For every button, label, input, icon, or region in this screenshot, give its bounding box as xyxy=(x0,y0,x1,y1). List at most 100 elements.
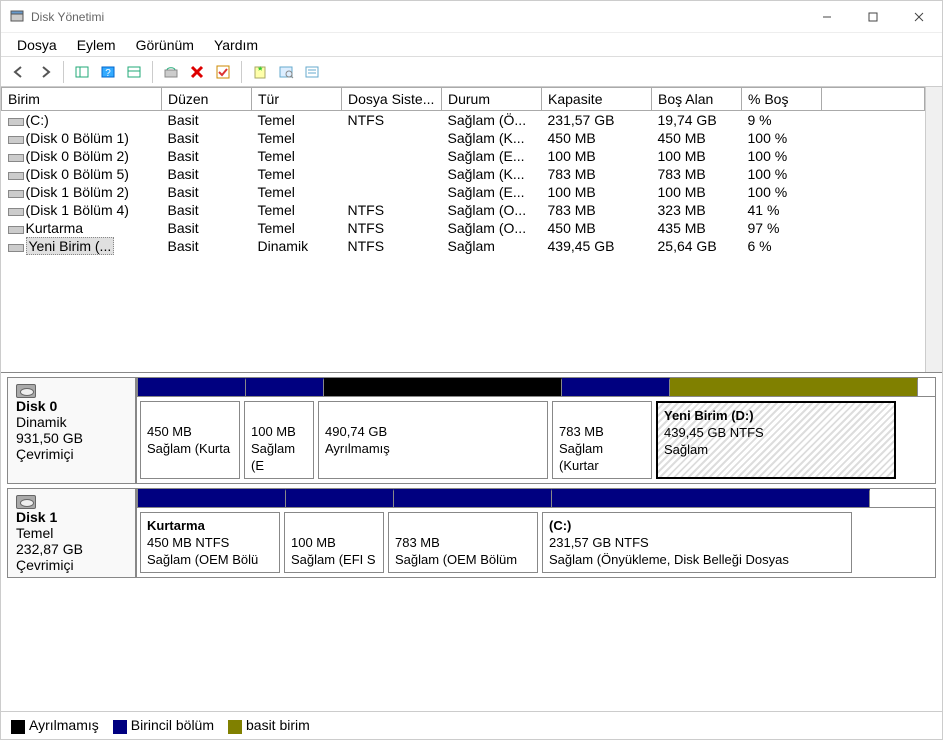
col-fs[interactable]: Dosya Siste... xyxy=(342,88,442,111)
partition[interactable]: 100 MBSağlam (E xyxy=(244,401,314,479)
cell-pfree: 9 % xyxy=(742,111,822,130)
partition-title: (C:) xyxy=(549,518,571,533)
col-layout[interactable]: Düzen xyxy=(162,88,252,111)
cell-free: 25,64 GB xyxy=(652,237,742,255)
cell-type: Temel xyxy=(252,129,342,147)
cell-fs xyxy=(342,147,442,165)
cell-fs: NTFS xyxy=(342,237,442,255)
new-button[interactable] xyxy=(248,60,272,84)
menu-action[interactable]: Eylem xyxy=(67,35,126,55)
nav-back-button[interactable] xyxy=(7,60,31,84)
list-button[interactable] xyxy=(300,60,324,84)
volume-icon xyxy=(8,242,22,252)
partition-size: 231,57 GB NTFS xyxy=(549,535,649,550)
menu-help[interactable]: Yardım xyxy=(204,35,268,55)
refresh-button[interactable] xyxy=(159,60,183,84)
maximize-button[interactable] xyxy=(850,1,896,32)
menu-bar: Dosya Eylem Görünüm Yardım xyxy=(1,33,942,57)
svg-text:?: ? xyxy=(105,68,111,79)
partition-status: Sağlam (EFI S xyxy=(291,552,376,567)
legend-unallocated: Ayrılmamış xyxy=(29,717,99,733)
menu-view[interactable]: Görünüm xyxy=(126,35,204,55)
cell-pfree: 100 % xyxy=(742,165,822,183)
table-row[interactable]: Yeni Birim (...BasitDinamikNTFSSağlam439… xyxy=(2,237,925,255)
cell-fs xyxy=(342,183,442,201)
show-hide-tree-button[interactable] xyxy=(70,60,94,84)
cell-type: Dinamik xyxy=(252,237,342,255)
partition[interactable]: 450 MBSağlam (Kurta xyxy=(140,401,240,479)
cell-status: Sağlam (E... xyxy=(442,147,542,165)
properties-button[interactable] xyxy=(274,60,298,84)
col-free[interactable]: Boş Alan xyxy=(652,88,742,111)
partition[interactable]: (C:) 231,57 GB NTFS Sağlam (Önyükleme, Dis… xyxy=(542,512,852,573)
partition-status: Sağlam (Önyükleme, Disk Belleği Dosyas xyxy=(549,552,789,567)
cell-layout: Basit xyxy=(162,165,252,183)
cell-status: Sağlam (E... xyxy=(442,183,542,201)
col-capacity[interactable]: Kapasite xyxy=(542,88,652,111)
partition[interactable]: 783 MB Sağlam (Kurtar xyxy=(552,401,652,479)
check-button[interactable] xyxy=(211,60,235,84)
cell-free: 450 MB xyxy=(652,129,742,147)
partition[interactable]: 783 MBSağlam (OEM Bölüm xyxy=(388,512,538,573)
partition-size: 100 MB xyxy=(251,424,296,439)
cell-capacity: 100 MB xyxy=(542,147,652,165)
partition-size: 450 MB NTFS xyxy=(147,535,229,550)
cell-type: Temel xyxy=(252,219,342,237)
cell-pfree: 100 % xyxy=(742,129,822,147)
partition[interactable]: Yeni Birim (D:)439,45 GB NTFSSağlam xyxy=(656,401,896,479)
table-row[interactable]: (Disk 1 Bölüm 4)BasitTemelNTFSSağlam (O.… xyxy=(2,201,925,219)
cell-pfree: 41 % xyxy=(742,201,822,219)
table-row[interactable]: (Disk 0 Bölüm 2)BasitTemelSağlam (E...10… xyxy=(2,147,925,165)
col-status[interactable]: Durum xyxy=(442,88,542,111)
partition[interactable]: 100 MBSağlam (EFI S xyxy=(284,512,384,573)
table-row[interactable]: (Disk 0 Bölüm 1)BasitTemelSağlam (K...45… xyxy=(2,129,925,147)
legend-swatch-unallocated xyxy=(11,720,25,734)
disk-name: Disk 1 xyxy=(16,509,127,525)
cell-layout: Basit xyxy=(162,201,252,219)
col-volume[interactable]: Birim xyxy=(2,88,162,111)
cell-status: Sağlam (Ö... xyxy=(442,111,542,130)
table-row[interactable]: (Disk 0 Bölüm 5)BasitTemelSağlam (K...78… xyxy=(2,165,925,183)
volume-name: Yeni Birim (... xyxy=(26,237,115,255)
minimize-button[interactable] xyxy=(804,1,850,32)
disk-row[interactable]: Disk 0 Dinamik 931,50 GB Çevrimiçi 450 M… xyxy=(7,377,936,484)
partition[interactable]: Kurtarma450 MB NTFSSağlam (OEM Bölü xyxy=(140,512,280,573)
volume-name: (C:) xyxy=(26,112,49,128)
help-button[interactable]: ? xyxy=(96,60,120,84)
volume-name: (Disk 1 Bölüm 2) xyxy=(26,184,129,200)
cell-fs xyxy=(342,165,442,183)
col-type[interactable]: Tür xyxy=(252,88,342,111)
menu-file[interactable]: Dosya xyxy=(7,35,67,55)
cell-status: Sağlam (K... xyxy=(442,129,542,147)
cell-layout: Basit xyxy=(162,183,252,201)
disk-state: Çevrimiçi xyxy=(16,446,127,462)
cell-capacity: 450 MB xyxy=(542,219,652,237)
cell-free: 435 MB xyxy=(652,219,742,237)
partition-status: Ayrılmamış xyxy=(325,441,390,456)
disk-row[interactable]: Disk 1 Temel 232,87 GB Çevrimiçi Kurtarm… xyxy=(7,488,936,578)
table-row[interactable]: KurtarmaBasitTemelNTFSSağlam (O...450 MB… xyxy=(2,219,925,237)
toolbar: ? xyxy=(1,57,942,87)
partition-size: 783 MB xyxy=(559,424,604,439)
volume-icon xyxy=(8,116,22,126)
nav-forward-button[interactable] xyxy=(33,60,57,84)
partition-size: 450 MB xyxy=(147,424,192,439)
table-row[interactable]: (C:)BasitTemelNTFSSağlam (Ö...231,57 GB1… xyxy=(2,111,925,130)
col-pfree[interactable]: % Boş xyxy=(742,88,822,111)
cell-fs xyxy=(342,129,442,147)
disk-size: 232,87 GB xyxy=(16,541,127,557)
settings-button[interactable] xyxy=(122,60,146,84)
volume-table[interactable]: Birim Düzen Tür Dosya Siste... Durum Kap… xyxy=(1,87,925,255)
table-row[interactable]: (Disk 1 Bölüm 2)BasitTemelSağlam (E...10… xyxy=(2,183,925,201)
partition-status: Sağlam (Kurtar xyxy=(559,441,603,473)
graphical-view: Disk 0 Dinamik 931,50 GB Çevrimiçi 450 M… xyxy=(1,373,942,711)
close-button[interactable] xyxy=(896,1,942,32)
cell-pfree: 97 % xyxy=(742,219,822,237)
partition[interactable]: 490,74 GBAyrılmamış xyxy=(318,401,548,479)
volume-name: (Disk 0 Bölüm 1) xyxy=(26,130,129,146)
cell-fs: NTFS xyxy=(342,111,442,130)
delete-button[interactable] xyxy=(185,60,209,84)
scrollbar[interactable] xyxy=(925,87,942,372)
cell-type: Temel xyxy=(252,183,342,201)
cell-status: Sağlam (K... xyxy=(442,165,542,183)
